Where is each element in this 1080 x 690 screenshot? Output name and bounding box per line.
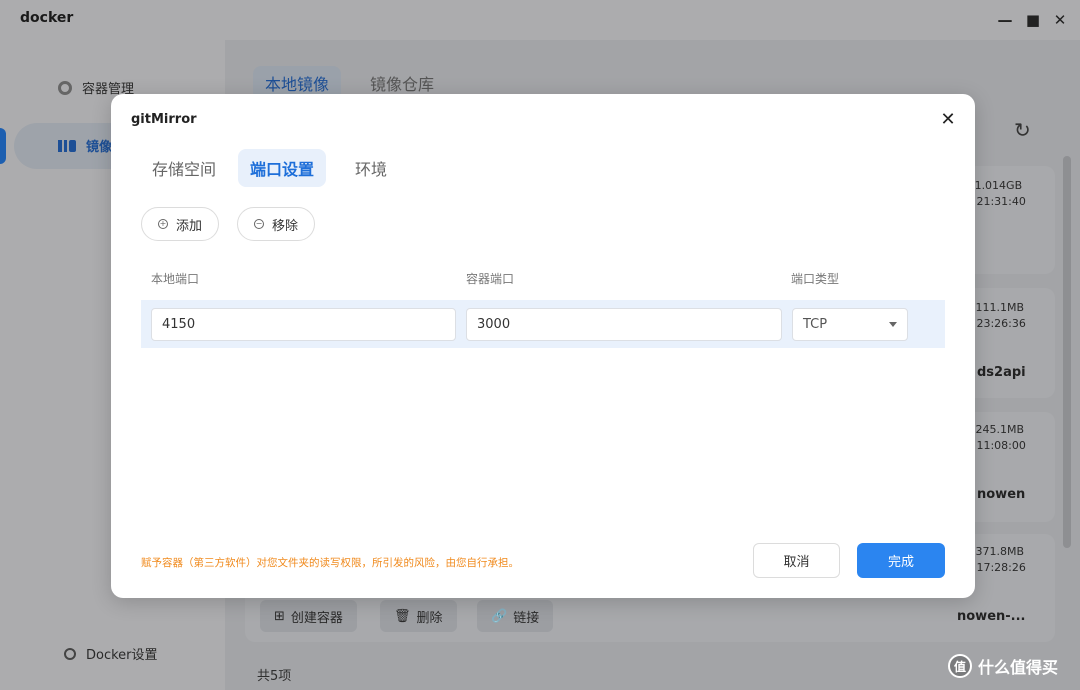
create-container-icon: ⊞ [274,608,285,624]
watermark: 值 什么值得买 [948,654,1058,678]
image-card-name: ds2api [977,365,1026,380]
watermark-text: 什么值得买 [978,658,1059,677]
local-port-input[interactable] [151,308,456,341]
gear-icon [58,80,72,95]
dialog-title: gitMirror [131,112,197,127]
watermark-logo-icon: 值 [948,654,972,678]
container-port-input[interactable] [466,308,782,341]
cancel-button[interactable]: 取消 [753,543,840,578]
port-type-value: TCP [803,317,828,332]
close-icon[interactable]: ✕ [937,108,959,130]
minus-circle-icon: − [254,219,264,229]
title-bar: docker — ■ ✕ [0,0,1080,40]
image-icon [58,139,76,152]
port-settings-dialog: gitMirror ✕ 存储空间 端口设置 环境 + 添加 − 移除 本地端口 … [111,94,975,598]
image-card-name: nowen [977,487,1026,502]
maximize-icon[interactable]: ■ [1023,10,1043,30]
minimize-icon[interactable]: — [995,10,1015,30]
app-title: docker [20,10,74,26]
sidebar-active-indicator [0,128,6,164]
close-icon[interactable]: ✕ [1050,10,1070,30]
sidebar-item-label: 镜像 [86,140,113,155]
total-count: 共5项 [257,669,292,684]
sidebar-item-label: Docker设置 [86,648,158,663]
done-button[interactable]: 完成 [857,543,945,578]
link-button[interactable]: 🔗 链接 [477,600,554,632]
tab-port-settings[interactable]: 端口设置 [238,149,327,187]
port-type-select[interactable]: TCP [792,308,908,341]
scrollbar[interactable] [1063,156,1071,548]
plus-circle-icon: + [158,219,168,229]
refresh-icon[interactable]: ↻ [1014,118,1031,142]
chevron-down-icon [889,322,897,327]
link-icon: 🔗 [491,608,508,624]
risk-warning-text: 赋予容器（第三方软件）对您文件夹的读写权限，所引发的风险，由您自行承担。 [141,557,519,569]
table-row: TCP [141,300,945,348]
add-port-button[interactable]: + 添加 [141,207,220,241]
delete-button[interactable]: 🗑 删除 [380,600,457,632]
tab-storage[interactable]: 存储空间 [140,149,228,187]
image-card-name: nowen-... [957,609,1026,624]
tab-environment[interactable]: 环境 [343,149,399,187]
create-container-button[interactable]: ⊞ 创建容器 [260,600,357,632]
remove-port-button[interactable]: − 移除 [237,207,316,241]
sidebar-item-docker-settings[interactable]: Docker设置 [64,644,158,663]
column-header-container-port: 容器端口 [466,272,515,286]
trash-icon: 🗑 [394,608,411,624]
sidebar-item-images[interactable]: 镜像 [58,136,112,155]
column-header-local-port: 本地端口 [151,272,200,286]
settings-icon [64,647,76,660]
column-header-port-type: 端口类型 [791,272,840,286]
